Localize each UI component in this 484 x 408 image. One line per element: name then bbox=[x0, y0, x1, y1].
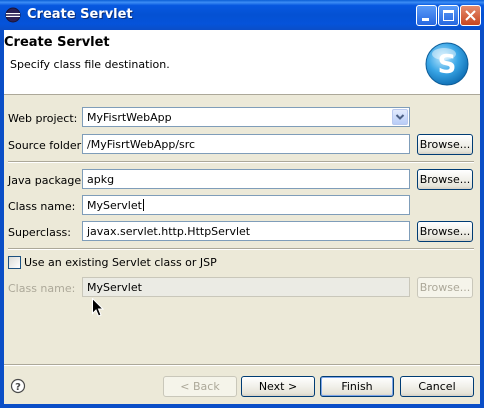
minimize-icon bbox=[422, 18, 429, 21]
web-project-label: Web project: bbox=[8, 112, 78, 125]
java-package-value: apkg bbox=[87, 173, 115, 186]
separator bbox=[8, 248, 474, 250]
source-folder-value: /MyFisrtWebApp/src bbox=[87, 138, 196, 151]
existing-class-name-field: MyServlet bbox=[82, 277, 410, 297]
class-name-label: Class name: bbox=[8, 200, 76, 213]
eclipse-app-icon bbox=[5, 7, 21, 23]
window-border-bottom bbox=[0, 404, 484, 408]
separator bbox=[8, 161, 474, 163]
use-existing-checkbox[interactable] bbox=[8, 256, 21, 269]
superclass-field[interactable]: javax.servlet.http.HttpServlet bbox=[82, 221, 410, 241]
existing-class-browse-button: Browse... bbox=[417, 277, 473, 298]
logo-letter: S bbox=[438, 50, 457, 80]
back-button: < Back bbox=[163, 376, 237, 397]
source-folder-field[interactable]: /MyFisrtWebApp/src bbox=[82, 134, 410, 154]
svg-text:?: ? bbox=[15, 382, 21, 393]
create-servlet-dialog: Create Servlet Create Servlet Specify cl… bbox=[0, 0, 484, 408]
close-icon bbox=[465, 10, 476, 21]
title-bar[interactable]: Create Servlet bbox=[0, 0, 484, 30]
mouse-cursor-icon bbox=[92, 298, 104, 317]
java-package-field[interactable]: apkg bbox=[82, 169, 410, 189]
superclass-label: Superclass: bbox=[8, 226, 71, 239]
footer-separator bbox=[4, 364, 480, 366]
finish-button[interactable]: Finish bbox=[320, 376, 394, 397]
source-folder-label: Source folder: bbox=[8, 139, 85, 152]
chevron-down-icon bbox=[395, 114, 405, 120]
maximize-icon bbox=[443, 10, 454, 21]
text-caret bbox=[142, 199, 144, 211]
page-subtitle: Specify class file destination. bbox=[10, 58, 170, 71]
help-icon[interactable]: ? bbox=[10, 378, 26, 394]
minimize-button[interactable] bbox=[416, 5, 437, 26]
page-title: Create Servlet bbox=[4, 35, 110, 50]
dropdown-arrow[interactable] bbox=[392, 109, 408, 125]
window-border-right bbox=[480, 30, 484, 408]
window-title: Create Servlet bbox=[27, 7, 133, 22]
wizard-banner: Create Servlet Specify class file destin… bbox=[4, 30, 480, 95]
servlet-logo-icon: S bbox=[425, 42, 469, 86]
existing-class-name-value: MyServlet bbox=[87, 281, 142, 294]
existing-class-name-label: Class name: bbox=[8, 282, 76, 295]
cancel-button[interactable]: Cancel bbox=[400, 376, 474, 397]
web-project-value: MyFisrtWebApp bbox=[87, 111, 172, 124]
java-package-label: Java package: bbox=[8, 174, 85, 187]
superclass-browse-button[interactable]: Browse... bbox=[417, 221, 473, 242]
web-project-select[interactable]: MyFisrtWebApp bbox=[82, 107, 410, 127]
source-folder-browse-button[interactable]: Browse... bbox=[417, 134, 473, 155]
next-button[interactable]: Next > bbox=[241, 376, 315, 397]
use-existing-label[interactable]: Use an existing Servlet class or JSP bbox=[24, 256, 217, 269]
class-name-field[interactable]: MyServlet bbox=[82, 195, 410, 215]
java-package-browse-button[interactable]: Browse... bbox=[417, 169, 473, 190]
class-name-value: MyServlet bbox=[87, 199, 142, 212]
close-button[interactable] bbox=[460, 5, 481, 26]
maximize-button[interactable] bbox=[438, 5, 459, 26]
superclass-value: javax.servlet.http.HttpServlet bbox=[87, 225, 251, 238]
